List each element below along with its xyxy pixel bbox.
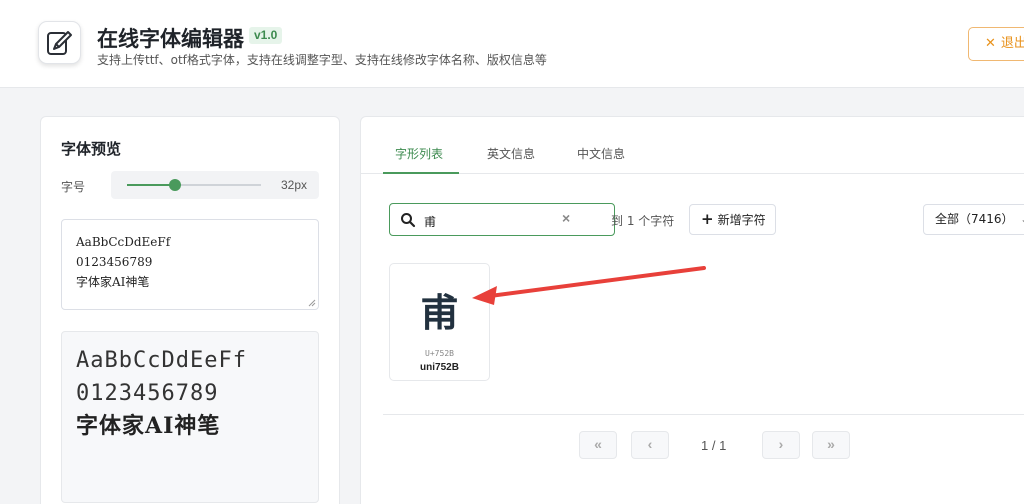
last-page-button[interactable]: » (812, 431, 850, 459)
glyph-panel: 字形列表 英文信息 中文信息 甫 × 到 1 个字符 + 新增字符 全部（7416… (360, 116, 1024, 504)
clear-icon[interactable]: × (562, 210, 570, 226)
add-glyph-button[interactable]: + 新增字符 (689, 204, 776, 235)
preview-output-line: 字体家AI神笔 (76, 413, 221, 439)
app-title: 在线字体编辑器 (97, 27, 244, 51)
active-tab-indicator (383, 172, 459, 174)
font-preview-panel: 字体预览 字号 32px AaBbCcDdEeFf 0123456789 字体家… (40, 116, 340, 504)
search-result-count: 到 1 个字符 (611, 214, 675, 228)
glyph-filter-select[interactable]: 全部（7416） ⌄ (923, 204, 1024, 235)
tab-bar: 字形列表 英文信息 中文信息 (361, 117, 1024, 174)
pager-divider (383, 414, 1024, 415)
resize-grip-icon[interactable] (308, 299, 316, 307)
glyph-name: uni752B (420, 362, 459, 373)
filter-value: 全部（7416） (935, 212, 1014, 226)
glyph-card[interactable]: 甫 U+752B uni752B (389, 263, 490, 381)
app-header: 在线字体编辑器 v1.0 支持上传ttf、otf格式字体，支持在线调整字型、支持… (0, 0, 1024, 88)
tab-glyph-list[interactable]: 字形列表 (395, 145, 443, 162)
search-value: 甫 (424, 215, 437, 229)
page-indicator: 1 / 1 (701, 438, 727, 453)
chevron-down-icon: ⌄ (1020, 205, 1024, 234)
plus-icon: + (701, 210, 714, 228)
slider-thumb[interactable] (169, 179, 182, 191)
glyph-unicode: U+752B (425, 349, 454, 358)
app-subtitle: 支持上传ttf、otf格式字体，支持在线调整字型、支持在线修改字体名称、版权信息… (97, 53, 547, 67)
logout-button[interactable]: ✕ 退出 (968, 27, 1024, 61)
add-glyph-label: 新增字符 (717, 213, 766, 227)
tab-chinese-info[interactable]: 中文信息 (577, 145, 625, 162)
app-logo (38, 21, 81, 64)
preview-output-line: 0123456789 (76, 381, 219, 406)
search-icon (401, 213, 416, 228)
preview-input-line: 字体家AI神笔 (76, 275, 150, 289)
font-size-label: 字号 (61, 180, 86, 194)
font-size-slider[interactable]: 32px (111, 171, 319, 199)
slider-fill (127, 184, 176, 186)
next-page-button[interactable]: › (762, 431, 800, 459)
glyph-search-input[interactable]: 甫 × (389, 203, 615, 236)
preview-text-input[interactable]: AaBbCcDdEeFf 0123456789 字体家AI神笔 (61, 219, 319, 310)
first-page-button[interactable]: « (579, 431, 617, 459)
tab-english-info[interactable]: 英文信息 (487, 145, 535, 162)
logout-label: 退出 (1000, 36, 1024, 51)
pen-edit-icon (47, 31, 72, 55)
font-size-value: 32px (280, 178, 307, 192)
glyph-character: 甫 (420, 290, 459, 335)
preview-input-line: 0123456789 (76, 255, 153, 269)
close-icon: ✕ (985, 36, 996, 51)
version-badge: v1.0 (249, 27, 283, 44)
font-preview-output: AaBbCcDdEeFf 0123456789 字体家AI神笔 (61, 331, 319, 503)
preview-input-line: AaBbCcDdEeFf (76, 235, 171, 249)
prev-page-button[interactable]: ‹ (631, 431, 669, 459)
panel-title: 字体预览 (61, 140, 122, 158)
preview-output-line: AaBbCcDdEeFf (76, 348, 247, 373)
